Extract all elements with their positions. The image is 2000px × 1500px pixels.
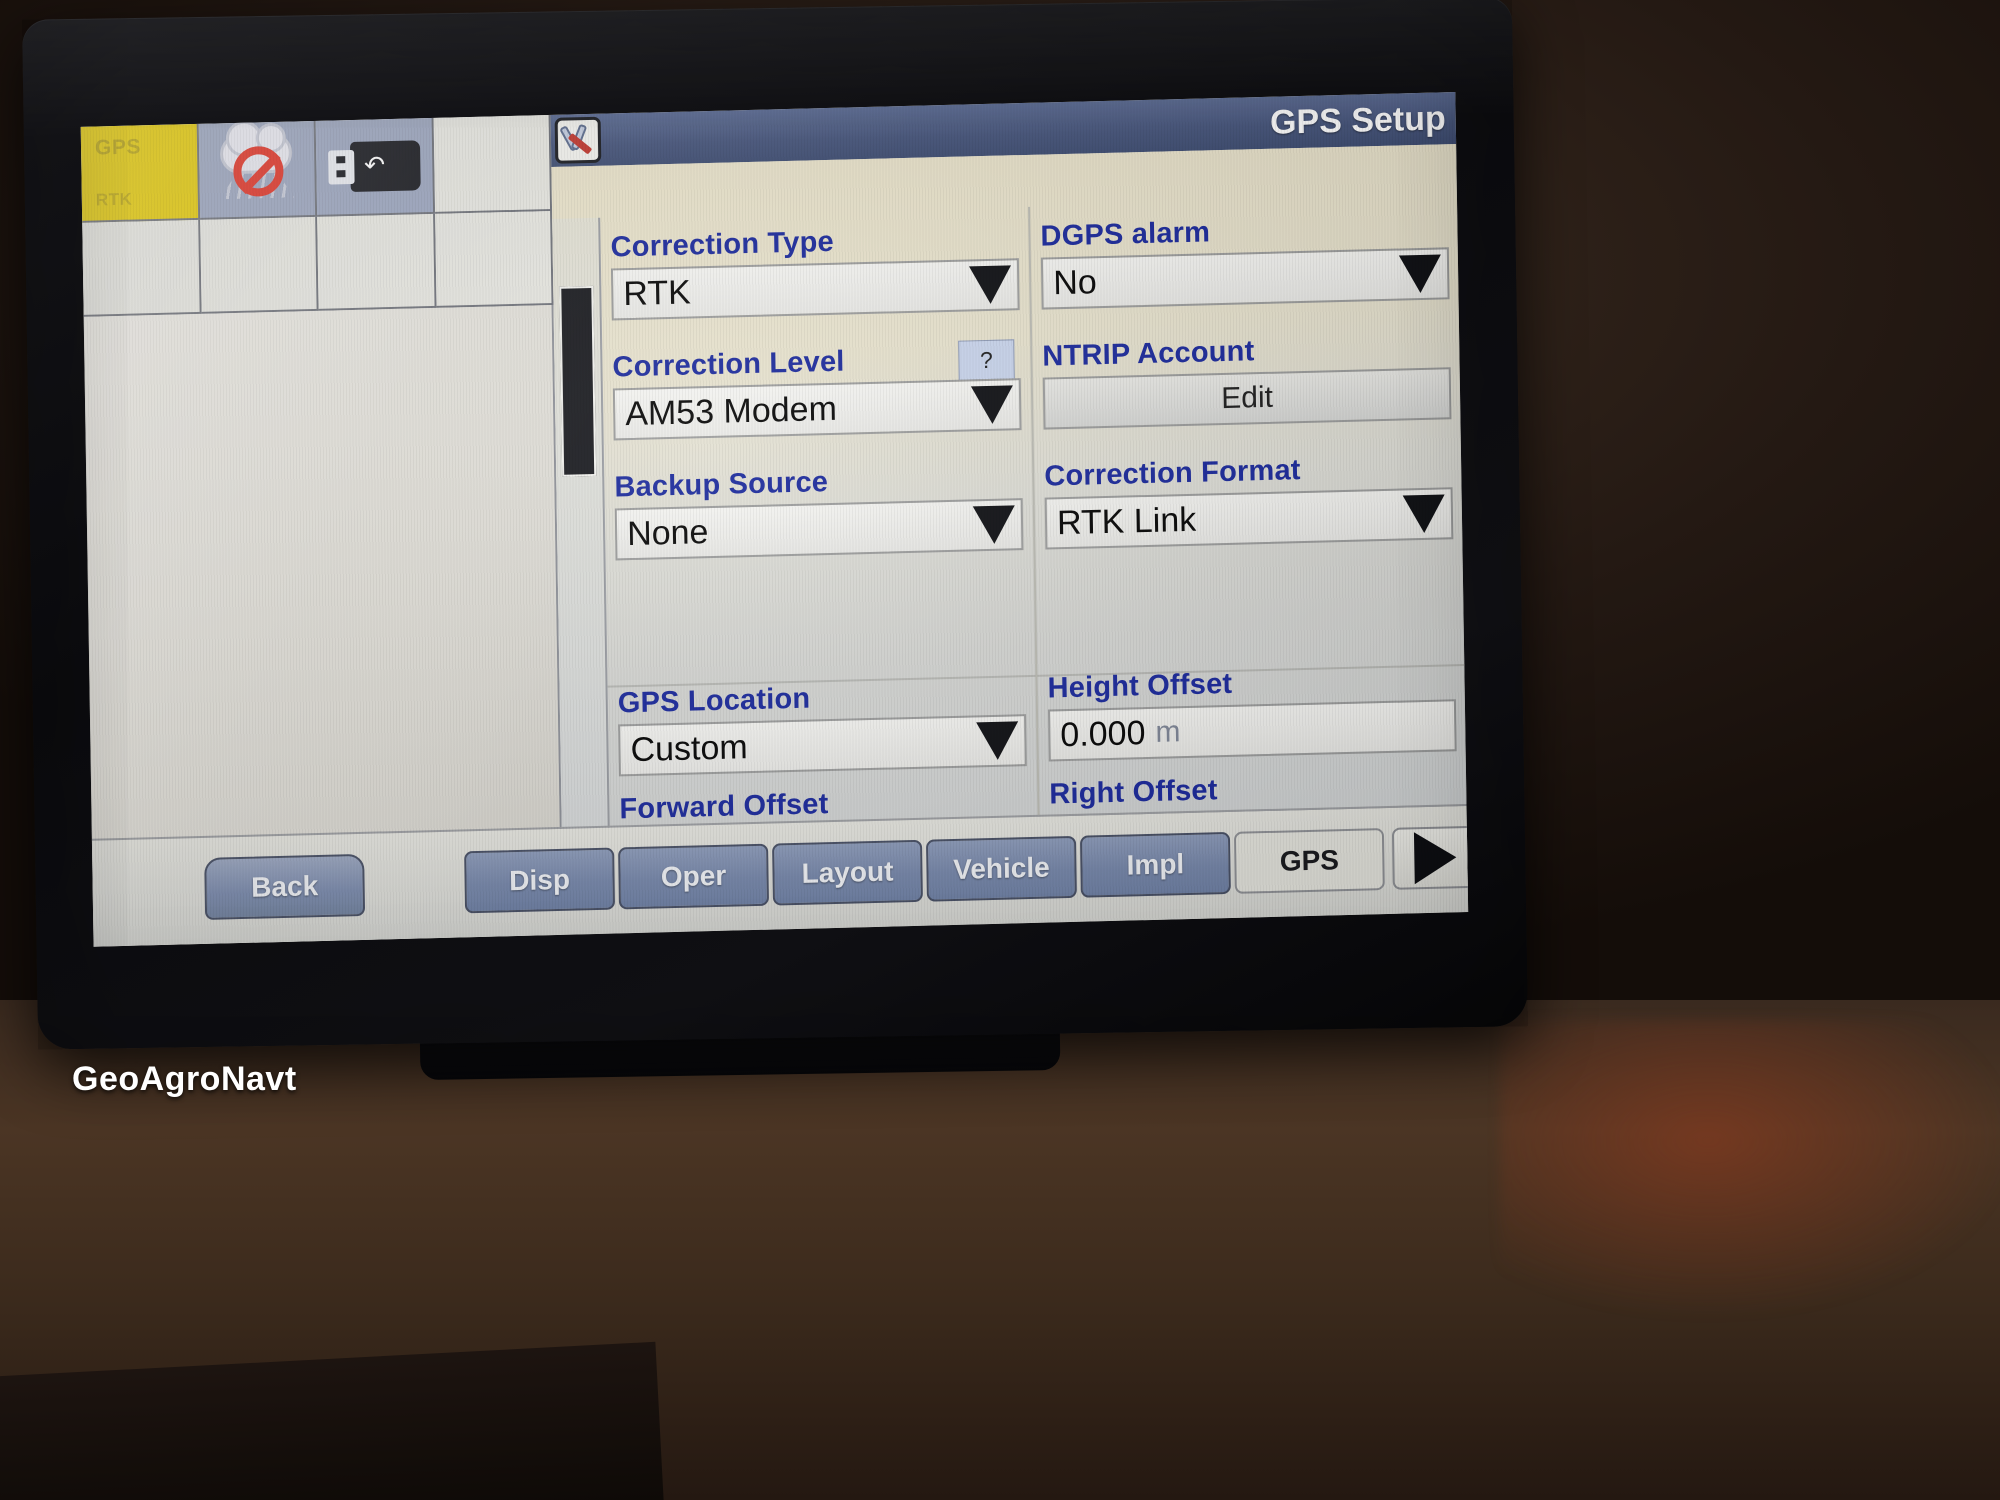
tab-oper[interactable]: Oper bbox=[618, 843, 770, 910]
chevron-down-icon[interactable] bbox=[970, 385, 1014, 425]
status-tile-gps[interactable]: GPS RTK bbox=[80, 123, 200, 223]
field-height-offset: Height Offset 0.000 m bbox=[1047, 662, 1457, 762]
lcd-screen: GPS RTK ↶ GPS Setup Correction Type RTK … bbox=[80, 92, 1469, 947]
status-tile-empty-2 bbox=[82, 219, 202, 317]
photo-background: GPS RTK ↶ GPS Setup Correction Type RTK … bbox=[0, 0, 2000, 1500]
arrow-right-icon bbox=[1413, 831, 1457, 885]
label-correction-type: Correction Type bbox=[610, 225, 835, 264]
value-gps-location: Custom bbox=[630, 727, 748, 769]
tab-disp[interactable]: Disp bbox=[464, 847, 616, 914]
next-page-button[interactable] bbox=[1391, 825, 1469, 890]
label-dgps-alarm: DGPS alarm bbox=[1040, 216, 1211, 253]
usb-trident-glyph: ↶ bbox=[363, 151, 386, 180]
form-column-left: Correction Type RTK Correction Level ? A… bbox=[600, 207, 1038, 883]
label-ntrip-account: NTRIP Account bbox=[1042, 335, 1255, 373]
field-gps-location: GPS Location Custom bbox=[617, 677, 1027, 777]
desk-warm-glow bbox=[1500, 1020, 2000, 1320]
input-height-offset[interactable]: 0.000 m bbox=[1047, 699, 1457, 762]
tab-impl[interactable]: Impl bbox=[1079, 831, 1231, 898]
tools-wrench-screwdriver-icon bbox=[554, 116, 602, 164]
usb-body bbox=[349, 140, 421, 193]
tab-gps[interactable]: GPS bbox=[1233, 828, 1385, 894]
dropdown-correction-level[interactable]: AM53 Modem bbox=[612, 378, 1022, 441]
tab-layout[interactable]: Layout bbox=[772, 839, 923, 906]
label-correction-format: Correction Format bbox=[1044, 454, 1301, 493]
gps-tile-line2: RTK bbox=[95, 189, 133, 210]
back-button[interactable]: Back bbox=[204, 853, 366, 920]
status-tile-no-coverage[interactable] bbox=[198, 120, 318, 220]
usb-plug bbox=[327, 149, 355, 185]
value-correction-level: AM53 Modem bbox=[624, 389, 838, 433]
watermark-text: GeoAgroNavt bbox=[72, 1060, 297, 1098]
chevron-down-icon[interactable] bbox=[968, 265, 1012, 305]
field-correction-type: Correction Type RTK bbox=[610, 221, 1020, 321]
form-fields: Correction Type RTK Correction Level ? A… bbox=[600, 196, 1467, 883]
field-dgps-alarm: DGPS alarm No bbox=[1040, 210, 1450, 310]
tab-vehicle[interactable]: Vehicle bbox=[925, 835, 1077, 902]
label-height-offset: Height Offset bbox=[1047, 667, 1233, 705]
status-tile-empty-1 bbox=[433, 114, 553, 214]
dropdown-backup-source[interactable]: None bbox=[614, 498, 1024, 561]
value-height-offset: 0.000 bbox=[1060, 713, 1146, 754]
chevron-down-icon[interactable] bbox=[972, 505, 1016, 545]
status-tile-usb[interactable]: ↶ bbox=[315, 117, 435, 217]
status-tile-empty-3 bbox=[199, 216, 319, 314]
field-correction-level: Correction Level ? AM53 Modem bbox=[612, 339, 1022, 441]
value-correction-type: RTK bbox=[623, 272, 692, 313]
dropdown-gps-location[interactable]: Custom bbox=[618, 714, 1027, 777]
status-tile-empty-4 bbox=[317, 213, 437, 311]
label-backup-source: Backup Source bbox=[614, 466, 829, 504]
value-backup-source: None bbox=[626, 512, 709, 553]
status-tile-empty-5 bbox=[434, 210, 554, 308]
gps-tile-label: GPS RTK bbox=[81, 124, 198, 221]
status-icon-grid: GPS RTK ↶ bbox=[80, 114, 554, 317]
chevron-down-icon[interactable] bbox=[1402, 494, 1446, 534]
help-button-correction-level[interactable]: ? bbox=[958, 339, 1015, 381]
field-backup-source: Backup Source None bbox=[614, 461, 1024, 561]
gps-setup-form-panel: Correction Type RTK Correction Level ? A… bbox=[551, 144, 1467, 883]
dropdown-dgps-alarm[interactable]: No bbox=[1040, 247, 1450, 310]
gps-tile-line1: GPS bbox=[94, 135, 142, 160]
chevron-down-icon[interactable] bbox=[976, 721, 1019, 761]
field-ntrip-account: NTRIP Account Edit bbox=[1042, 330, 1452, 430]
page-title: GPS Setup bbox=[1269, 98, 1447, 142]
form-column-right: DGPS alarm No NTRIP Account Edit Correct… bbox=[1028, 196, 1467, 868]
chevron-down-icon[interactable] bbox=[1398, 254, 1442, 294]
dropdown-correction-type[interactable]: RTK bbox=[610, 258, 1020, 321]
unit-height-offset: m bbox=[1155, 715, 1181, 749]
display-terminal: GPS RTK ↶ GPS Setup Correction Type RTK … bbox=[22, 0, 1528, 1050]
value-dgps-alarm: No bbox=[1052, 262, 1098, 302]
usb-drive-icon: ↶ bbox=[327, 140, 421, 193]
edit-ntrip-account-button[interactable]: Edit bbox=[1042, 367, 1452, 430]
scrollbar-thumb[interactable] bbox=[559, 285, 597, 477]
value-correction-format: RTK Link bbox=[1056, 500, 1197, 542]
dropdown-correction-format[interactable]: RTK Link bbox=[1044, 487, 1454, 550]
cloud-coverage-blocked-icon bbox=[213, 133, 300, 205]
field-correction-format: Correction Format RTK Link bbox=[1044, 450, 1454, 550]
label-gps-location: GPS Location bbox=[617, 682, 811, 720]
